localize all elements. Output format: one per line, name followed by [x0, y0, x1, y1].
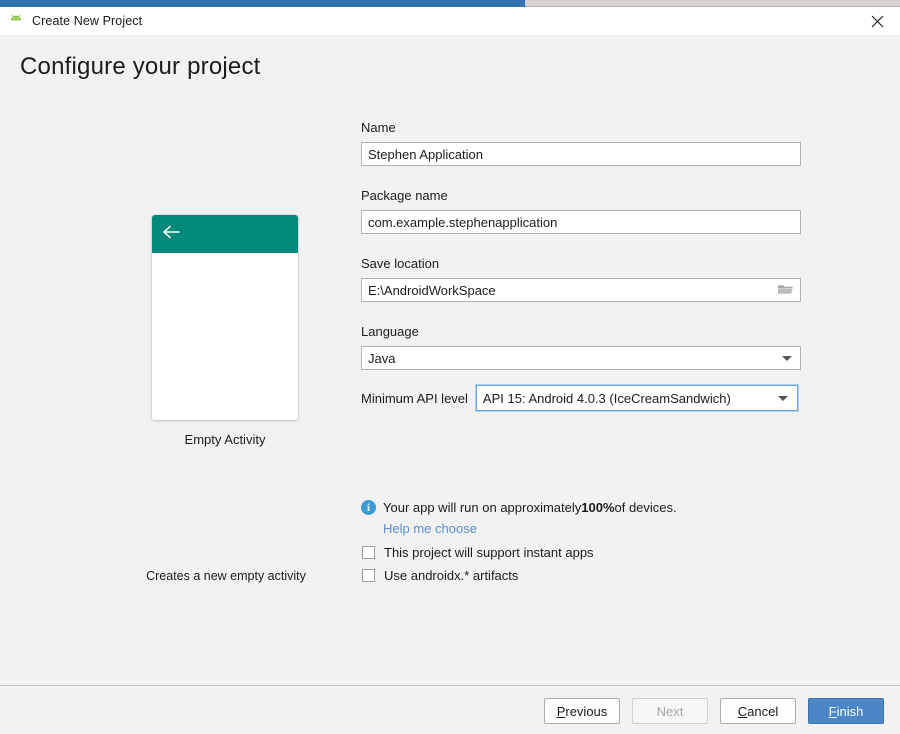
min-api-label: Minimum API level [361, 390, 468, 406]
finish-label-rest: inish [836, 703, 864, 719]
field-language: Language Java [361, 324, 801, 370]
instant-apps-label: This project will support instant apps [384, 545, 594, 560]
title-bar: Create New Project [0, 7, 900, 35]
coverage-text-before: Your app will run on approximately [383, 500, 582, 515]
cancel-mnemonic: C [737, 703, 748, 719]
language-label: Language [361, 324, 419, 339]
save-location-label: Save location [361, 256, 440, 271]
android-robot-icon [8, 13, 24, 29]
field-save-location: Save location [361, 256, 801, 302]
cancel-button[interactable]: Cancel [720, 698, 796, 724]
create-new-project-dialog: Create New Project Configure your projec… [0, 0, 900, 734]
page-title: Configure your project [20, 53, 261, 80]
dialog-content: Configure your project Empty Activity Cr… [0, 35, 900, 685]
window-accent-bar [0, 0, 525, 7]
window-title: Create New Project [32, 14, 143, 28]
phone-mockup [152, 215, 298, 420]
min-api-value: API 15: Android 4.0.3 (IceCreamSandwich) [482, 390, 731, 406]
info-icon [361, 500, 376, 515]
min-api-select[interactable]: API 15: Android 4.0.3 (IceCreamSandwich) [475, 385, 798, 411]
androidx-label: Use androidx.* artifacts [384, 568, 519, 583]
androidx-checkbox[interactable] [362, 569, 375, 582]
device-coverage-info: Your app will run on approximately 100% … [361, 500, 677, 515]
project-form: Name Package name Save location [361, 120, 801, 392]
chevron-down-icon [777, 396, 788, 401]
footer-button-row: Previous Next Cancel Finish [544, 698, 884, 724]
next-button: Next [632, 698, 708, 724]
instant-apps-checkbox[interactable] [362, 546, 375, 559]
previous-button[interactable]: Previous [544, 698, 620, 724]
arrow-left-icon [162, 225, 180, 244]
cancel-label-rest: ancel [747, 703, 779, 719]
instant-apps-checkbox-row[interactable]: This project will support instant apps [362, 545, 594, 560]
name-input[interactable] [361, 142, 801, 166]
name-label: Name [361, 120, 396, 135]
chevron-down-icon [782, 356, 792, 361]
androidx-checkbox-row[interactable]: Use androidx.* artifacts [362, 568, 518, 583]
next-label: Next [656, 703, 684, 719]
help-me-choose-link[interactable]: Help me choose [383, 521, 477, 536]
desktop-strip [525, 0, 900, 7]
language-value: Java [368, 350, 396, 366]
package-name-label: Package name [361, 188, 448, 203]
mockup-appbar [152, 215, 298, 253]
previous-label-rest: revious [565, 703, 608, 719]
coverage-text-after: of devices. [614, 500, 677, 515]
language-select[interactable]: Java [361, 346, 801, 370]
coverage-percent: 100% [581, 500, 615, 515]
min-api-row: Minimum API level API 15: Android 4.0.3 … [361, 385, 801, 411]
finish-mnemonic: F [828, 703, 837, 719]
template-name: Empty Activity [184, 432, 266, 447]
dialog-footer: Previous Next Cancel Finish [0, 686, 900, 734]
template-preview: Empty Activity [152, 215, 298, 447]
package-name-input[interactable] [361, 210, 801, 234]
previous-mnemonic: P [556, 703, 566, 719]
mockup-content [152, 253, 298, 420]
save-location-input[interactable] [361, 278, 801, 302]
close-button[interactable] [854, 7, 900, 35]
template-description: Creates a new empty activity [146, 569, 306, 583]
field-package: Package name [361, 188, 801, 234]
field-name: Name [361, 120, 801, 166]
finish-button[interactable]: Finish [808, 698, 884, 724]
